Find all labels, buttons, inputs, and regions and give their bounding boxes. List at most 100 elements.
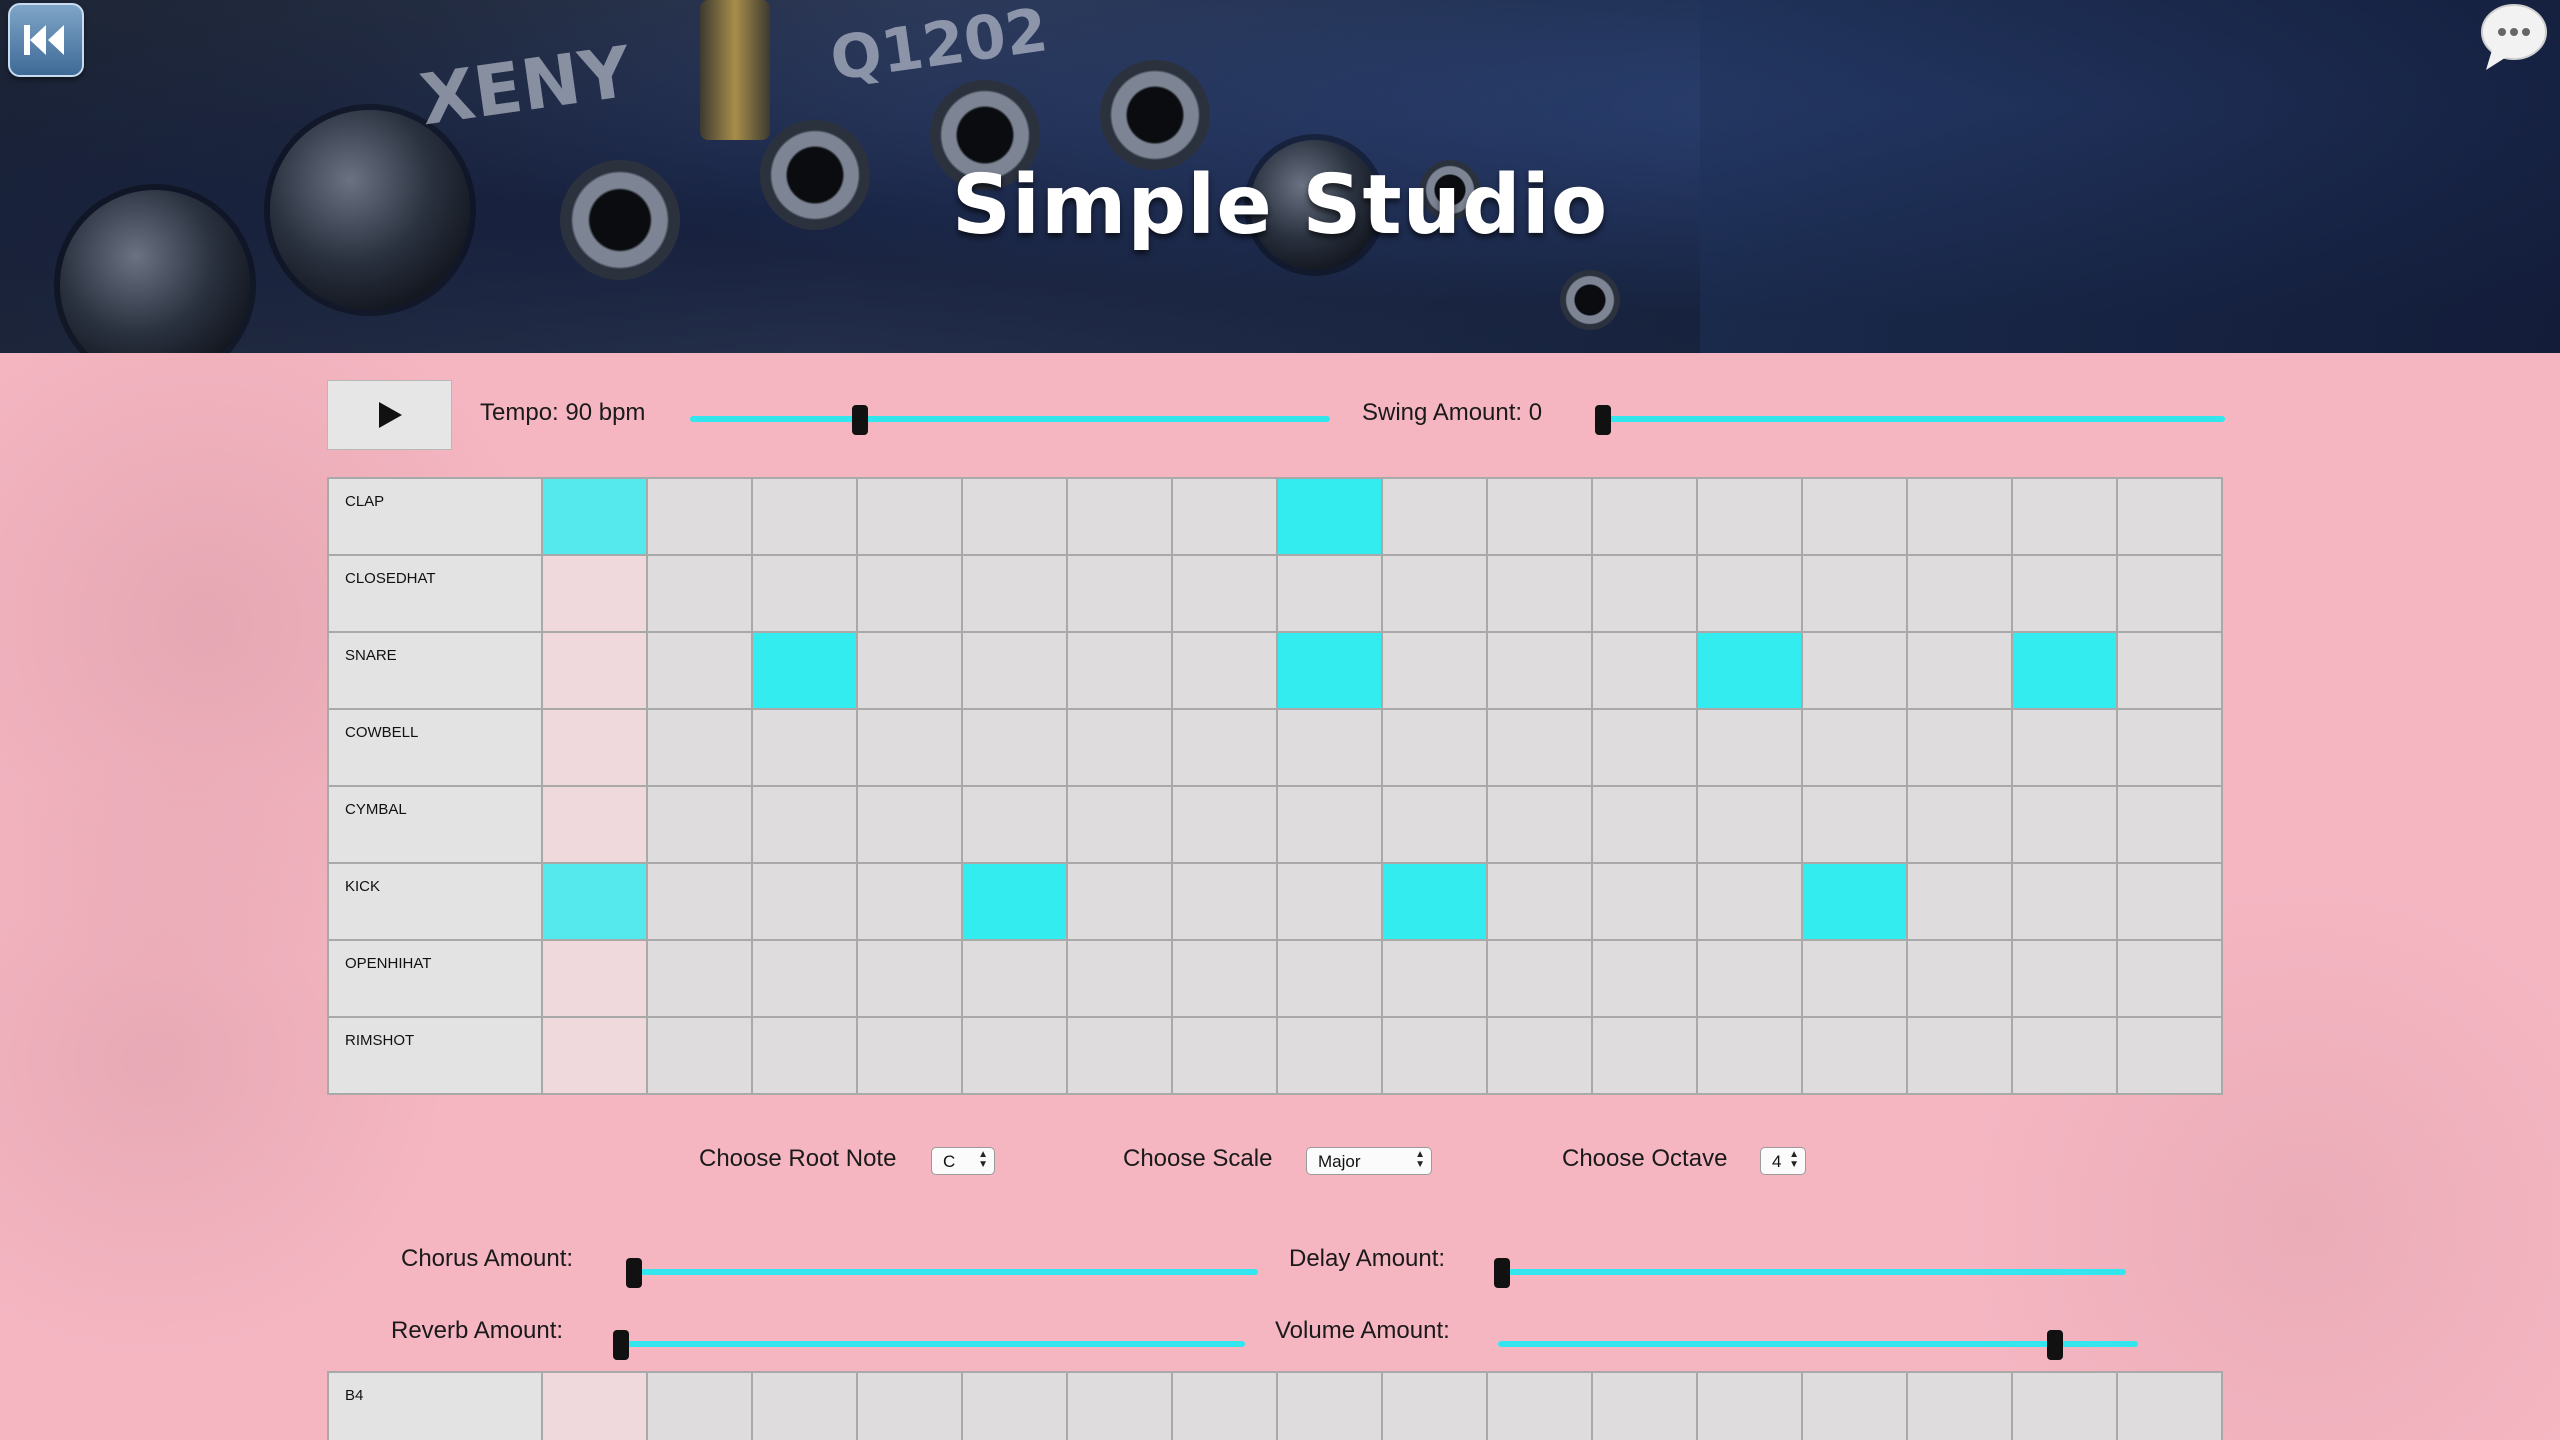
- step-cell[interactable]: [1381, 862, 1488, 941]
- step-cell[interactable]: [1696, 708, 1803, 787]
- step-cell[interactable]: [751, 477, 858, 556]
- step-cell[interactable]: [856, 1371, 963, 1440]
- step-cell[interactable]: [1276, 939, 1383, 1018]
- step-cell[interactable]: [1696, 862, 1803, 941]
- step-cell[interactable]: [856, 477, 963, 556]
- step-cell[interactable]: [1276, 708, 1383, 787]
- step-cell[interactable]: [1696, 1371, 1803, 1440]
- step-cell[interactable]: [1591, 1371, 1698, 1440]
- step-cell[interactable]: [2011, 554, 2118, 633]
- step-cell[interactable]: [961, 554, 1068, 633]
- step-cell[interactable]: [1381, 554, 1488, 633]
- step-cell[interactable]: [856, 785, 963, 864]
- step-cell[interactable]: [856, 554, 963, 633]
- step-cell[interactable]: [1381, 708, 1488, 787]
- step-cell[interactable]: [1591, 631, 1698, 710]
- step-cell[interactable]: [1381, 1016, 1488, 1095]
- step-cell[interactable]: [1381, 1371, 1488, 1440]
- step-cell[interactable]: [646, 939, 753, 1018]
- step-cell[interactable]: [1066, 1371, 1173, 1440]
- step-cell[interactable]: [541, 631, 648, 710]
- chorus-slider[interactable]: [626, 1258, 1258, 1288]
- delay-slider-thumb[interactable]: [1494, 1258, 1510, 1288]
- root-note-select[interactable]: C ▲ ▼: [931, 1147, 995, 1175]
- step-cell[interactable]: [2116, 631, 2223, 710]
- step-cell[interactable]: [646, 1016, 753, 1095]
- step-cell[interactable]: [856, 708, 963, 787]
- swing-slider[interactable]: [1595, 405, 2225, 435]
- step-cell[interactable]: [1906, 785, 2013, 864]
- swing-slider-thumb[interactable]: [1595, 405, 1611, 435]
- scale-select[interactable]: Major ▲ ▼: [1306, 1147, 1432, 1175]
- play-button[interactable]: [327, 380, 452, 450]
- step-cell[interactable]: [961, 708, 1068, 787]
- step-cell[interactable]: [1906, 939, 2013, 1018]
- step-cell[interactable]: [1171, 1371, 1278, 1440]
- step-cell[interactable]: [1486, 554, 1593, 633]
- step-cell[interactable]: [1486, 785, 1593, 864]
- step-cell[interactable]: [541, 862, 648, 941]
- step-cell[interactable]: [2116, 939, 2223, 1018]
- step-cell[interactable]: [1906, 1371, 2013, 1440]
- step-cell[interactable]: [1906, 1016, 2013, 1095]
- step-cell[interactable]: [1276, 1371, 1383, 1440]
- step-cell[interactable]: [1066, 785, 1173, 864]
- step-cell[interactable]: [1066, 631, 1173, 710]
- step-cell[interactable]: [1381, 939, 1488, 1018]
- step-cell[interactable]: [1066, 708, 1173, 787]
- step-cell[interactable]: [646, 708, 753, 787]
- step-cell[interactable]: [1801, 862, 1908, 941]
- step-cell[interactable]: [1066, 554, 1173, 633]
- step-cell[interactable]: [1486, 939, 1593, 1018]
- step-cell[interactable]: [541, 1371, 648, 1440]
- step-cell[interactable]: [1171, 477, 1278, 556]
- step-cell[interactable]: [1276, 862, 1383, 941]
- reverb-slider-thumb[interactable]: [613, 1330, 629, 1360]
- step-cell[interactable]: [856, 631, 963, 710]
- step-cell[interactable]: [1906, 477, 2013, 556]
- step-cell[interactable]: [2116, 1016, 2223, 1095]
- step-cell[interactable]: [1171, 785, 1278, 864]
- step-cell[interactable]: [2011, 1371, 2118, 1440]
- step-cell[interactable]: [1801, 785, 1908, 864]
- step-cell[interactable]: [1276, 1016, 1383, 1095]
- step-cell[interactable]: [646, 1371, 753, 1440]
- step-cell[interactable]: [646, 477, 753, 556]
- step-cell[interactable]: [646, 862, 753, 941]
- step-cell[interactable]: [541, 785, 648, 864]
- step-cell[interactable]: [1801, 477, 1908, 556]
- step-cell[interactable]: [751, 554, 858, 633]
- step-cell[interactable]: [1696, 939, 1803, 1018]
- step-cell[interactable]: [751, 708, 858, 787]
- reverb-slider[interactable]: [613, 1330, 1245, 1360]
- step-cell[interactable]: [646, 785, 753, 864]
- step-cell[interactable]: [1906, 708, 2013, 787]
- tempo-slider[interactable]: [690, 405, 1330, 435]
- step-cell[interactable]: [646, 554, 753, 633]
- step-cell[interactable]: [1066, 477, 1173, 556]
- step-cell[interactable]: [1591, 939, 1698, 1018]
- step-cell[interactable]: [1486, 862, 1593, 941]
- step-cell[interactable]: [1486, 1371, 1593, 1440]
- step-cell[interactable]: [1906, 631, 2013, 710]
- step-cell[interactable]: [1486, 477, 1593, 556]
- step-cell[interactable]: [1801, 554, 1908, 633]
- step-cell[interactable]: [541, 939, 648, 1018]
- step-cell[interactable]: [1276, 631, 1383, 710]
- step-cell[interactable]: [2011, 939, 2118, 1018]
- step-cell[interactable]: [751, 785, 858, 864]
- step-cell[interactable]: [2011, 785, 2118, 864]
- step-cell[interactable]: [1171, 939, 1278, 1018]
- step-cell[interactable]: [1801, 1371, 1908, 1440]
- step-cell[interactable]: [2116, 708, 2223, 787]
- step-cell[interactable]: [1591, 477, 1698, 556]
- step-cell[interactable]: [2011, 708, 2118, 787]
- step-cell[interactable]: [1486, 1016, 1593, 1095]
- step-cell[interactable]: [961, 939, 1068, 1018]
- step-cell[interactable]: [1486, 631, 1593, 710]
- delay-slider[interactable]: [1494, 1258, 2126, 1288]
- step-cell[interactable]: [751, 1371, 858, 1440]
- step-cell[interactable]: [1171, 708, 1278, 787]
- volume-slider[interactable]: [1498, 1330, 2138, 1360]
- step-cell[interactable]: [1591, 785, 1698, 864]
